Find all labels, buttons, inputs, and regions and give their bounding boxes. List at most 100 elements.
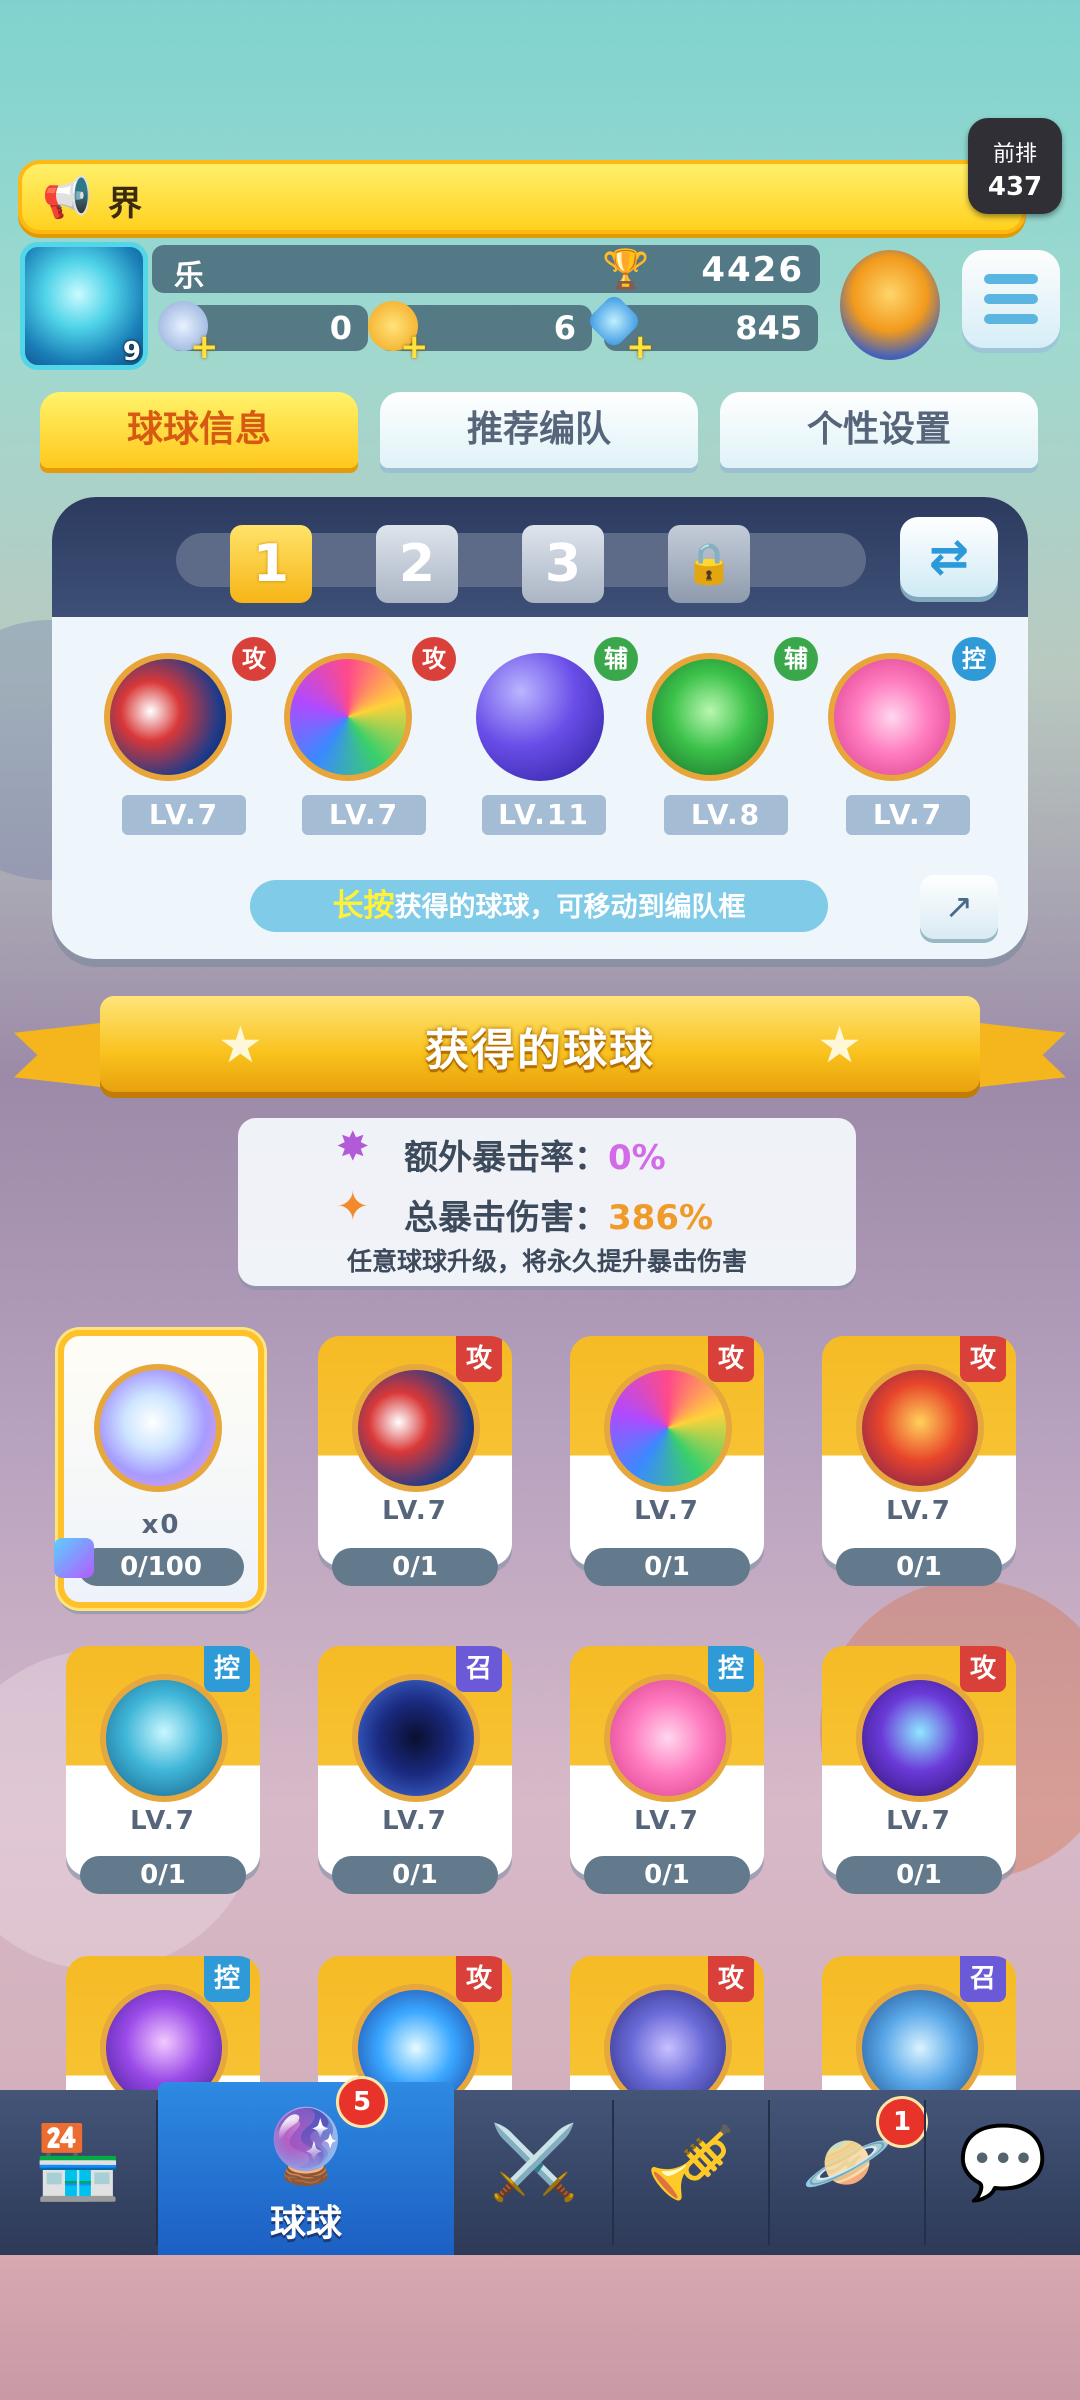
attack-tag: 攻 <box>232 637 276 681</box>
gem-resource[interactable]: + 845 <box>585 292 818 367</box>
heart-ball-icon[interactable] <box>828 653 956 781</box>
player-name-bar: 乐 🏆 4426 <box>152 245 820 294</box>
menu-line <box>984 314 1038 324</box>
ball-level: LV.7 <box>122 795 246 835</box>
battle-swords-icon: ⚔️ <box>489 2120 579 2204</box>
upgrade-progress: 0/1 <box>584 1548 750 1586</box>
shop-icon: 🏪 <box>33 2120 123 2204</box>
nav-balls[interactable]: 🔮 球球 <box>158 2082 454 2255</box>
rank-badge[interactable]: 前排 437 <box>968 118 1062 214</box>
prism-ball-icon[interactable] <box>284 653 412 781</box>
control-tag: 控 <box>204 1646 250 1692</box>
phoenix-ball-icon <box>856 1364 984 1492</box>
fragment-progress: 0/100 <box>78 1548 244 1586</box>
ball-level: LV.7 <box>634 1806 700 1836</box>
ball-card[interactable]: 攻 LV.7 <box>822 1646 1016 1876</box>
balls-icon: 🔮 <box>261 2104 351 2188</box>
control-tag: 控 <box>708 1646 754 1692</box>
ball-card[interactable]: 控 LV.7 <box>570 1646 764 1876</box>
announcement-text: 界 <box>108 184 142 224</box>
tab-recommended-team[interactable]: 推荐编队 <box>380 392 698 468</box>
share-icon[interactable]: ↗ <box>920 875 998 939</box>
tab-ball-info[interactable]: 球球信息 <box>40 392 358 468</box>
rainbow-ball-icon <box>94 1364 222 1492</box>
swap-team-button[interactable]: ⇄ <box>900 517 998 597</box>
ball-level: LV.7 <box>382 1496 448 1526</box>
add-gem-icon[interactable]: + <box>626 327 655 367</box>
attack-tag: 攻 <box>960 1336 1006 1382</box>
nav-balls-label: 球球 <box>269 2203 342 2244</box>
avatar[interactable]: 9 <box>20 242 148 370</box>
control-tag: 控 <box>952 637 996 681</box>
upgrade-progress: 0/1 <box>836 1548 1002 1586</box>
collection-title-ribbon: ★ 获得的球球 ★ <box>100 996 980 1092</box>
hint-text: 获得的球球，可移动到编队框 <box>394 892 746 923</box>
gold-count: 6 <box>553 309 576 347</box>
sword-ball-icon <box>856 1674 984 1802</box>
coin-resource[interactable]: + 0 <box>158 301 368 367</box>
upgrade-progress: 0/1 <box>584 1856 750 1894</box>
rank-value: 437 <box>987 172 1043 202</box>
crit-damage-row: 总暴击伤害：386% <box>404 1190 713 1239</box>
team-panel: 1 2 3 🔒 ⇄ 攻 LV.7 攻 LV.7 辅 LV.11 辅 LV.8 控… <box>52 497 1028 959</box>
upgrade-progress: 0/1 <box>80 1856 246 1894</box>
menu-line <box>984 274 1038 284</box>
team-slot-2[interactable]: 2 <box>376 525 458 603</box>
whistle-icon: 🎺 <box>646 2120 736 2204</box>
gold-resource[interactable]: + 6 <box>368 301 592 367</box>
summon-tag: 召 <box>960 1956 1006 2002</box>
menu-button[interactable] <box>962 250 1060 348</box>
attack-tag: 攻 <box>456 1336 502 1382</box>
nav-planet-badge: 1 <box>876 2096 928 2148</box>
arrow-ball-icon[interactable] <box>646 653 774 781</box>
crit-damage-value: 386% <box>608 1198 714 1238</box>
menu-line <box>984 294 1038 304</box>
add-gold-icon[interactable]: + <box>400 327 429 367</box>
team-slot-1[interactable]: 1 <box>230 525 312 603</box>
nav-chat[interactable]: 💬 <box>926 2090 1080 2255</box>
rank-label: 前排 <box>992 142 1037 167</box>
lock-icon[interactable]: 🔒 <box>668 525 750 603</box>
chat-icon: 💬 <box>958 2120 1048 2204</box>
ball-level: LV.8 <box>664 795 788 835</box>
opera-mask-ball-icon <box>352 1364 480 1492</box>
player-name: 乐 <box>174 259 204 294</box>
ball-level: LV.7 <box>846 795 970 835</box>
black-hole-ball-icon <box>352 1674 480 1802</box>
crit-rate-row: 额外暴击率：0% <box>404 1130 666 1179</box>
ball-level: LV.7 <box>382 1806 448 1836</box>
opera-mask-ball-icon[interactable] <box>104 653 232 781</box>
long-press-hint: 长按获得的球球，可移动到编队框 <box>250 880 828 932</box>
heart-ball-icon <box>604 1674 732 1802</box>
upgrade-progress: 0/1 <box>332 1548 498 1586</box>
player-level: 9 <box>122 337 141 367</box>
hint-highlight: 长按 <box>332 888 395 924</box>
ball-card[interactable]: 攻 LV.7 <box>570 1336 764 1566</box>
ball-count: x0 <box>141 1510 181 1540</box>
ball-card[interactable]: 召 LV.7 <box>318 1646 512 1876</box>
announcement-bar[interactable]: 📢 界 <box>18 160 1026 234</box>
swap-ball-icon[interactable] <box>476 653 604 781</box>
ball-level: LV.11 <box>482 795 606 835</box>
ball-level: LV.7 <box>886 1496 952 1526</box>
ball-level: LV.7 <box>886 1806 952 1836</box>
ball-card[interactable]: 攻 LV.7 <box>318 1336 512 1566</box>
crit-damage-label: 总暴击伤害： <box>404 1198 608 1238</box>
crit-rate-label: 额外暴击率： <box>404 1138 608 1178</box>
team-slot-3[interactable]: 3 <box>522 525 604 603</box>
wind-ball-icon <box>100 1674 228 1802</box>
upgrade-progress: 0/1 <box>332 1856 498 1894</box>
ball-card[interactable]: 攻 LV.7 <box>822 1336 1016 1566</box>
nav-battle[interactable]: ⚔️ <box>456 2090 612 2255</box>
nav-shop[interactable]: 🏪 <box>0 2090 156 2255</box>
team-slot-header: 1 2 3 🔒 ⇄ <box>52 497 1028 617</box>
season-medal-icon[interactable] <box>840 250 940 360</box>
add-coin-icon[interactable]: + <box>190 327 219 367</box>
ball-card[interactable]: 控 LV.7 <box>66 1646 260 1876</box>
attack-tag: 攻 <box>708 1956 754 2002</box>
crit-stats-panel: ✸ 额外暴击率：0% ✦ 总暴击伤害：386% 任意球球升级，将永久提升暴击伤害 <box>238 1118 856 1286</box>
control-tag: 控 <box>204 1956 250 2002</box>
tab-personal-settings[interactable]: 个性设置 <box>720 392 1038 468</box>
upgrade-progress: 0/1 <box>836 1856 1002 1894</box>
nav-whistle[interactable]: 🎺 <box>614 2090 768 2255</box>
